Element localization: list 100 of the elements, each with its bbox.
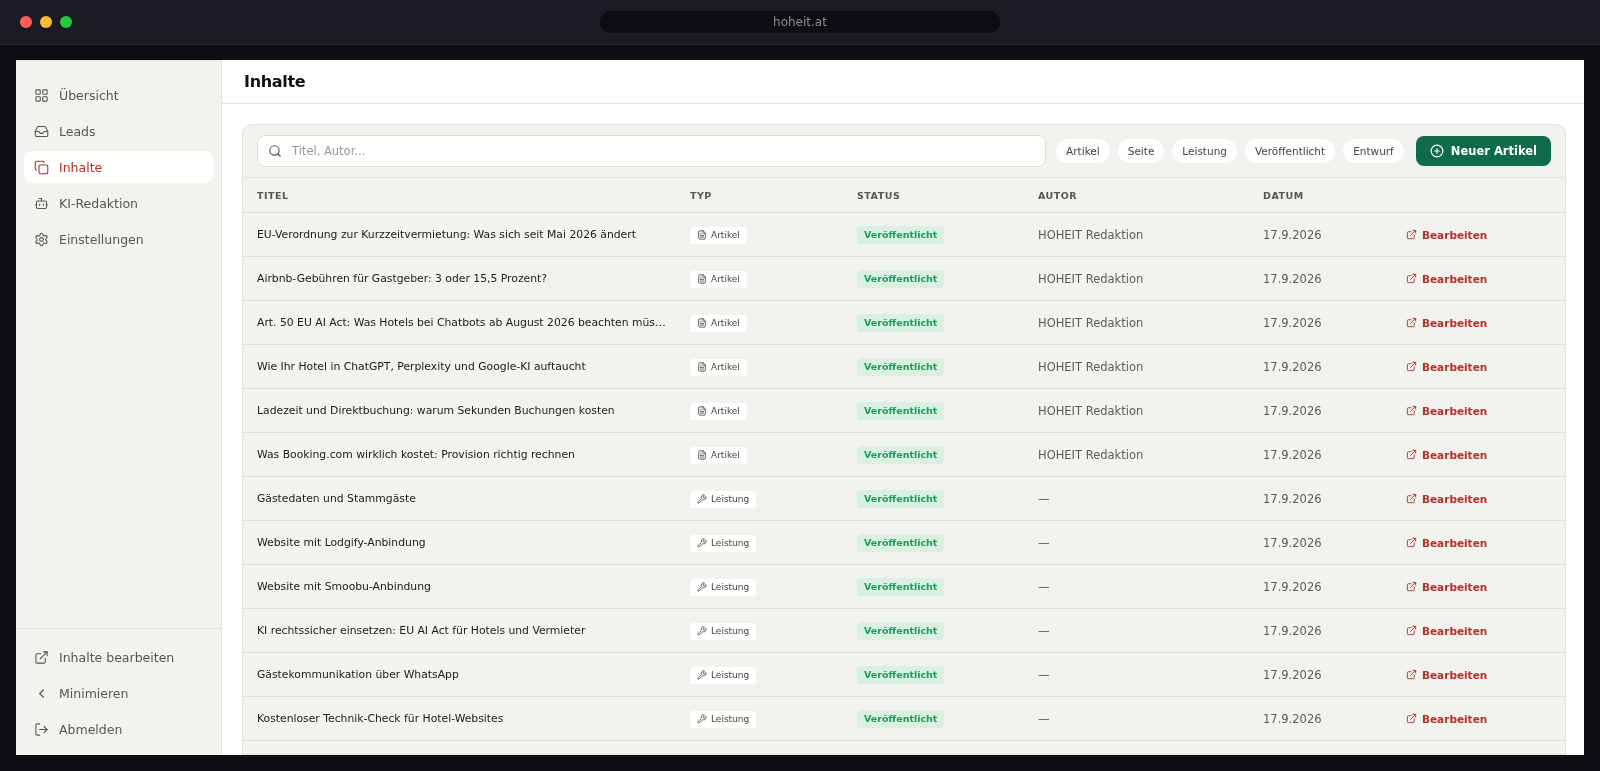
external-link-icon [1406,625,1417,636]
table-cell: 17.9.2026 [1263,447,1322,462]
edit-link[interactable]: Bearbeiten [1406,712,1488,725]
table-cell: 17.9.2026 [1263,667,1322,682]
table-cell: 17.9.2026 [1263,403,1322,418]
wrench-icon [697,670,707,680]
table-cell: — [1038,623,1050,638]
type-tag: Leistung [690,710,757,728]
document-icon [697,362,707,372]
sidebar-item[interactable]: Abmelden [24,713,213,745]
filter-chip[interactable]: Veröffentlicht [1244,139,1336,163]
table-cell: 17.9.2026 [1263,315,1322,330]
edit-link[interactable]: Bearbeiten [1406,492,1488,505]
filter-chip[interactable]: Artikel [1056,139,1110,163]
status-badge: Veröffentlicht [857,489,945,508]
grid-icon [34,87,49,103]
external-link-icon [34,649,49,665]
sidebar-item[interactable]: Inhalte [24,151,213,183]
status-badge: Veröffentlicht [857,445,945,464]
table-cell: 17.9.2026 [1263,359,1322,374]
table-cell-text: KI rechtssicher einsetzen: EU AI Act für Hotels und Vermieter [257,624,587,637]
sidebar-item[interactable]: Einstellungen [24,223,213,255]
edit-link[interactable]: Bearbeiten [1406,360,1488,373]
inbox-icon [34,123,49,139]
table-cell-text: Ladezeit und Direktbuchung: warum Sekunden Buchungen kosten [257,404,616,417]
table-cell-text: Gästekommunikation über WhatsApp [257,668,460,681]
external-link-icon [1406,317,1417,328]
table-cell: — [1038,491,1050,506]
filter-chip[interactable]: Entwurf [1343,139,1404,163]
robot-icon [34,195,49,211]
external-link-icon [1406,669,1417,680]
table-cell-text: Kostenloser Technik-Check für Hotel-Websites [257,712,505,725]
search-box[interactable]: Titel, Autor... [257,135,1047,167]
type-tag: Artikel [690,270,747,288]
edit-link[interactable]: Bearbeiten [1406,404,1488,417]
external-link-icon [1406,537,1417,548]
filter-chip[interactable]: Seite [1117,139,1165,163]
sidebar-item[interactable]: Übersicht [24,79,213,111]
document-icon [697,318,707,328]
external-link-icon [1406,361,1417,372]
document-icon [697,230,707,240]
edit-link[interactable]: Bearbeiten [1406,624,1488,637]
page-title: Inhalte [244,72,306,91]
table-cell: 17.9.2026 [1263,491,1322,506]
filter-chip[interactable]: Leistung [1172,139,1237,163]
column-header: AUTOR [1038,189,1079,201]
table-cell: HOHEIT Redaktion [1038,447,1144,462]
external-link-icon [1406,713,1417,724]
type-tag: Artikel [690,226,747,244]
sidebar-item[interactable]: KI-Redaktion [24,187,213,219]
edit-link[interactable]: Bearbeiten [1406,668,1488,681]
table-cell: — [1038,711,1050,726]
edit-link[interactable]: Bearbeiten [1406,448,1488,461]
type-tag: Leistung [690,490,757,508]
sidebar-item[interactable]: Leads [24,115,213,147]
sidebar-item[interactable]: Minimieren [24,677,213,709]
external-link-icon [1406,449,1417,460]
search-icon [268,144,282,158]
table-cell: HOHEIT Redaktion [1038,403,1144,418]
new-article-button[interactable]: Neuer Artikel [1415,136,1551,166]
table-cell: — [1038,667,1050,682]
table-cell: 17.9.2026 [1263,535,1322,550]
search-field[interactable]: Titel, Autor... [290,143,1036,159]
edit-link[interactable]: Bearbeiten [1406,580,1488,593]
wrench-icon [697,582,707,592]
maximize-window-icon[interactable] [60,16,72,28]
type-tag: Leistung [690,534,757,552]
status-badge: Veröffentlicht [857,533,945,552]
table-cell: HOHEIT Redaktion [1038,227,1144,242]
document-icon [697,406,707,416]
status-badge: Veröffentlicht [857,225,945,244]
status-badge: Veröffentlicht [857,709,945,728]
external-link-icon [1406,229,1417,240]
table-cell-text: Was Booking.com wirklich kostet: Provision richtig rechnen [257,448,576,461]
table-cell-text: Gästedaten und Stammgäste [257,492,417,505]
wrench-icon [697,626,707,636]
minimize-window-icon[interactable] [40,16,52,28]
edit-link[interactable]: Bearbeiten [1406,316,1488,329]
document-icon [697,274,707,284]
edit-link[interactable]: Bearbeiten [1406,228,1488,241]
column-header: TYP [690,189,713,201]
plus-icon [1429,144,1444,158]
table-cell: 17.9.2026 [1263,271,1322,286]
status-badge: Veröffentlicht [857,313,945,332]
type-tag: Artikel [690,446,747,464]
address-bar[interactable]: hoheit.at [600,11,1000,33]
table-cell-text: EU-Verordnung zur Kurzzeitvermietung: Was sich seit Mai 2026 ändert [257,228,637,241]
table-cell-text: Wie Ihr Hotel in ChatGPT, Perplexity und Google-KI auftaucht [257,360,587,373]
type-tag: Leistung [690,666,757,684]
type-tag: Leistung [690,578,757,596]
edit-link[interactable]: Bearbeiten [1406,272,1488,285]
edit-link[interactable]: Bearbeiten [1406,536,1488,549]
status-badge: Veröffentlicht [857,357,945,376]
document-icon [697,450,707,460]
table-cell: 17.9.2026 [1263,227,1322,242]
sidebar-item[interactable]: Inhalte bearbeiten [24,641,213,673]
column-header: STATUS [857,189,902,201]
close-window-icon[interactable] [20,16,32,28]
table-cell: HOHEIT Redaktion [1038,271,1144,286]
type-tag: Artikel [690,314,747,332]
